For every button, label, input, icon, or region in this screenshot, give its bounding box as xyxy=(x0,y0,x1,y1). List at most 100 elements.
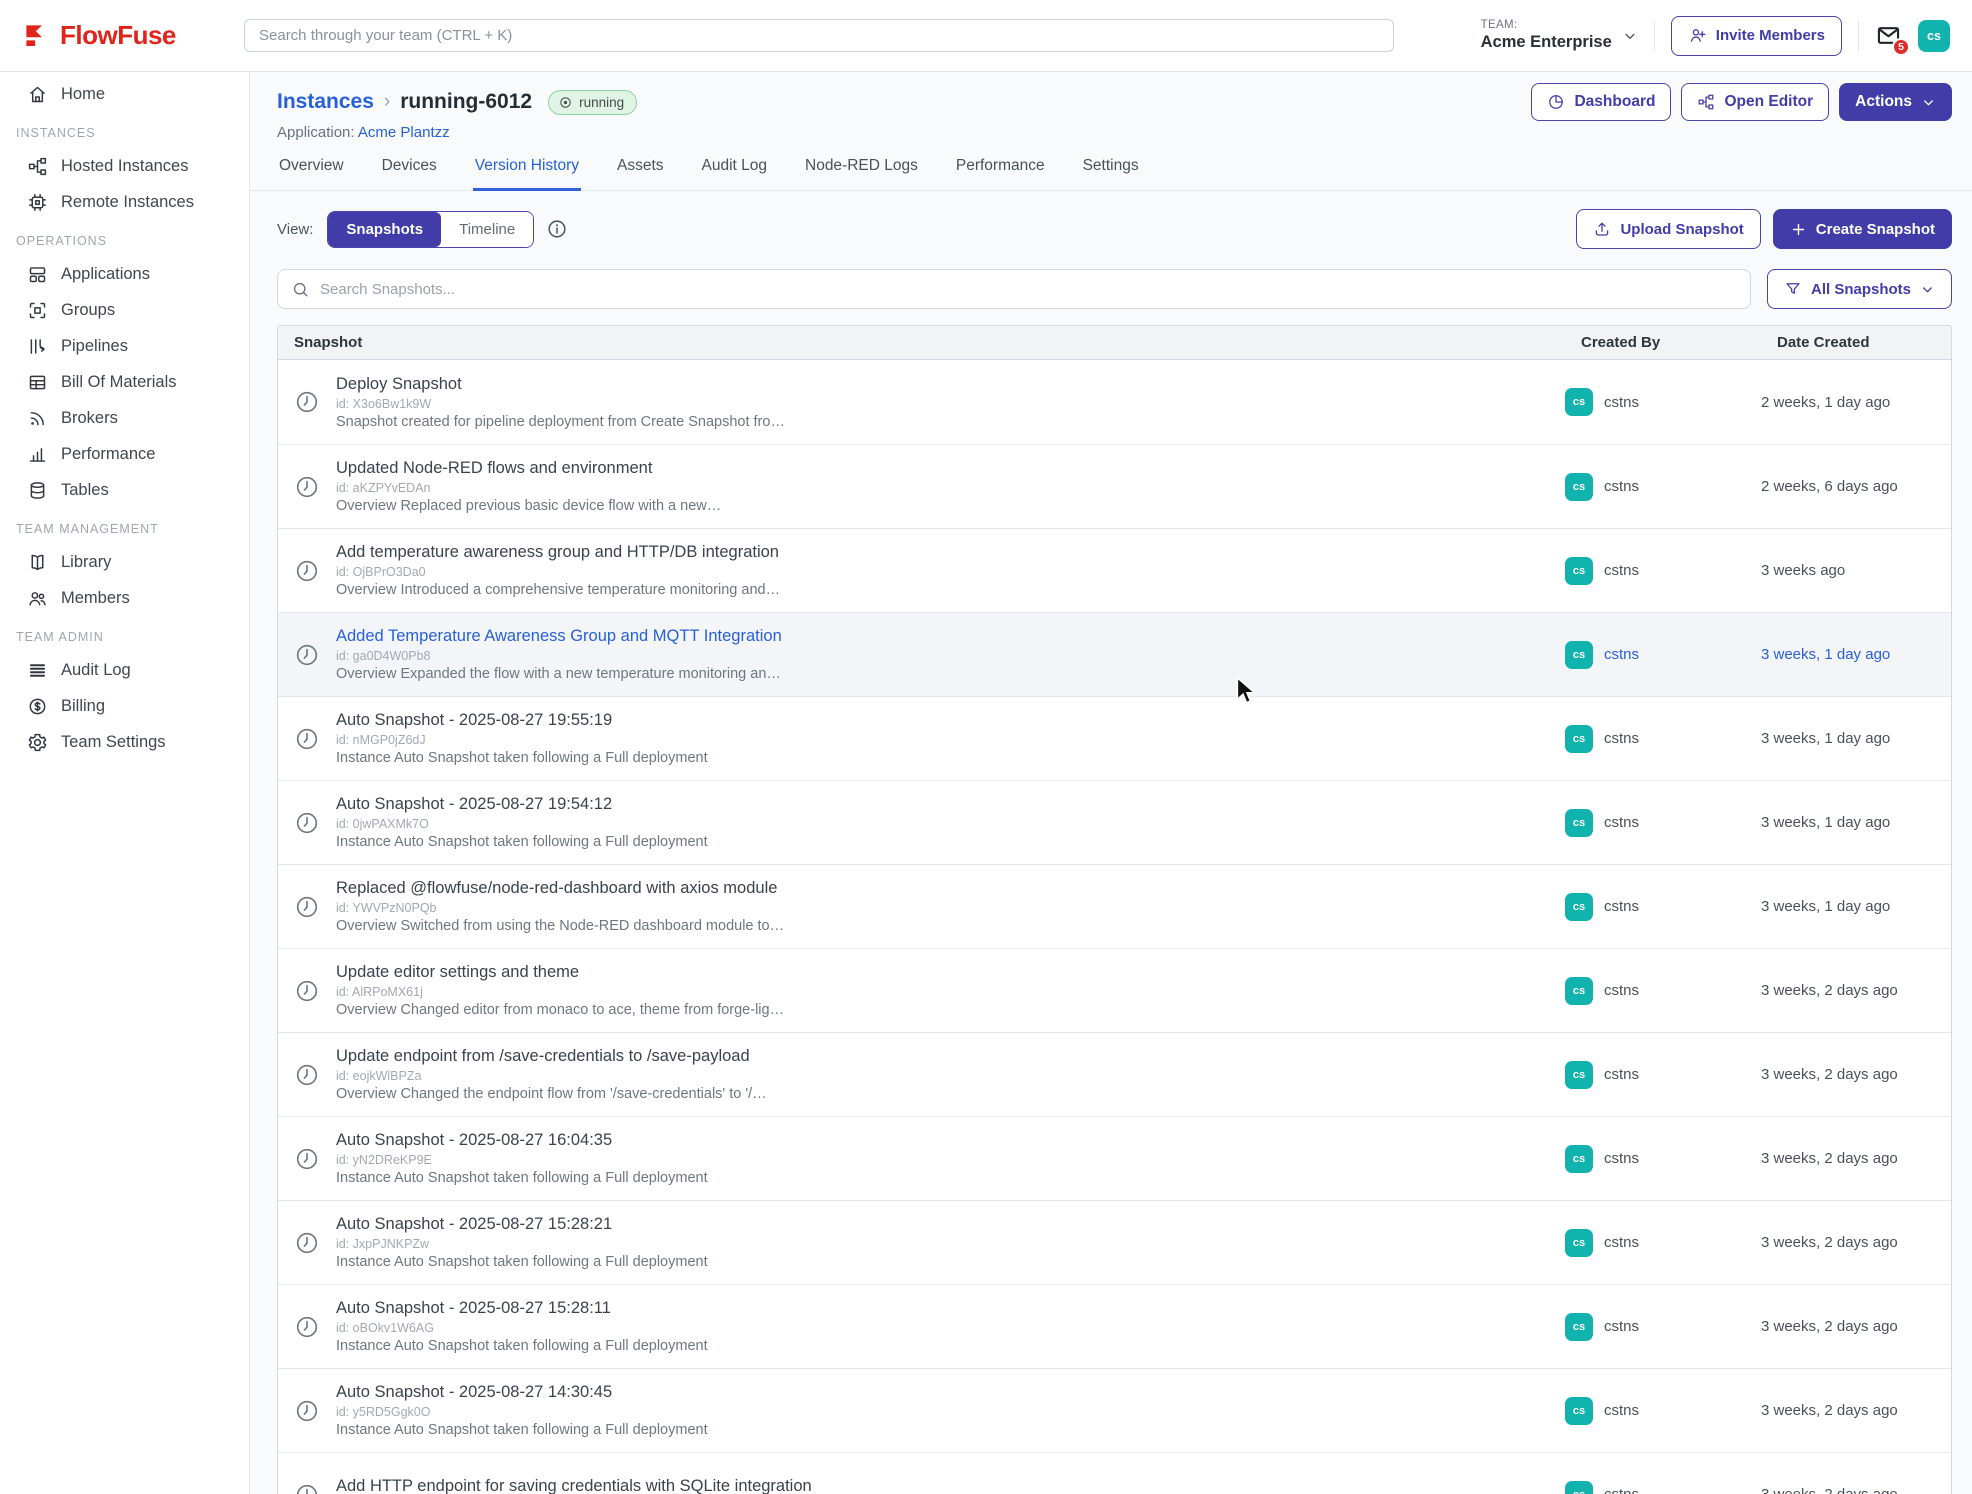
sidebar-item-team-settings[interactable]: Team Settings xyxy=(0,724,249,760)
sidebar-item-performance[interactable]: Performance xyxy=(0,436,249,472)
team-label: TEAM: xyxy=(1481,18,1612,32)
snapshot-title: Auto Snapshot - 2025-08-27 19:54:12 xyxy=(336,795,708,814)
snapshot-description: Instance Auto Snapshot taken following a… xyxy=(336,1254,708,1270)
application-link[interactable]: Acme Plantzz xyxy=(358,124,450,141)
sidebar-item-remote-instances[interactable]: Remote Instances xyxy=(0,184,249,220)
creator-name: cstns xyxy=(1604,646,1639,663)
column-date-created: Date Created xyxy=(1761,334,1951,351)
sidebar-item-members[interactable]: Members xyxy=(0,580,249,616)
plus-icon xyxy=(1790,221,1807,238)
dashboard-label: Dashboard xyxy=(1574,93,1655,111)
team-selector[interactable]: TEAM: Acme Enterprise xyxy=(1481,18,1638,53)
date-created: 3 weeks, 2 days ago xyxy=(1761,1402,1951,1419)
create-snapshot-button[interactable]: Create Snapshot xyxy=(1773,209,1952,249)
table-row[interactable]: Auto Snapshot - 2025-08-27 15:28:11 id: … xyxy=(278,1284,1951,1368)
view-toggle-snapshots[interactable]: Snapshots xyxy=(328,212,441,247)
clock-icon xyxy=(294,1146,320,1172)
tab-audit-log[interactable]: Audit Log xyxy=(700,147,770,191)
table-row[interactable]: Update editor settings and theme id: AlR… xyxy=(278,948,1951,1032)
creator-name: cstns xyxy=(1604,1486,1639,1494)
chevron-down-icon xyxy=(1920,282,1935,297)
dashboard-button[interactable]: Dashboard xyxy=(1531,83,1671,121)
tab-version-history[interactable]: Version History xyxy=(473,147,581,191)
invite-members-label: Invite Members xyxy=(1716,27,1825,44)
creator-avatar: cs xyxy=(1565,1481,1593,1494)
tab-settings[interactable]: Settings xyxy=(1081,147,1141,191)
date-created: 3 weeks, 2 days ago xyxy=(1761,1066,1951,1083)
date-created: 2 weeks, 1 day ago xyxy=(1761,394,1951,411)
tab-assets[interactable]: Assets xyxy=(615,147,666,191)
sidebar-section-team-management: TEAM MANAGEMENT xyxy=(0,508,249,544)
tab-devices[interactable]: Devices xyxy=(380,147,439,191)
user-avatar[interactable]: cs xyxy=(1918,20,1950,52)
top-bar: FlowFuse TEAM: Acme Enterprise xyxy=(0,0,1972,72)
table-row[interactable]: Update endpoint from /save-credentials t… xyxy=(278,1032,1951,1116)
snapshot-description: Instance Auto Snapshot taken following a… xyxy=(336,1422,708,1438)
table-row[interactable]: Added Temperature Awareness Group and MQ… xyxy=(278,612,1951,696)
chip-icon xyxy=(27,192,48,213)
sidebar-item-label: Bill Of Materials xyxy=(61,373,177,392)
table-row[interactable]: Auto Snapshot - 2025-08-27 15:28:21 id: … xyxy=(278,1200,1951,1284)
sidebar-item-bill-of-materials[interactable]: Bill Of Materials xyxy=(0,364,249,400)
table-row[interactable]: Auto Snapshot - 2025-08-27 19:54:12 id: … xyxy=(278,780,1951,864)
table-row[interactable]: Auto Snapshot - 2025-08-27 14:30:45 id: … xyxy=(278,1368,1951,1452)
snapshot-search-input[interactable] xyxy=(320,281,1737,298)
team-search-input[interactable] xyxy=(244,19,1394,52)
snapshot-description: Overview Replaced previous basic device … xyxy=(336,498,721,514)
snapshot-description: Overview Changed the endpoint flow from … xyxy=(336,1086,767,1102)
flowfuse-logo-icon xyxy=(22,21,52,51)
instance-tabs: Overview Devices Version History Assets … xyxy=(250,147,1972,191)
sidebar-item-pipelines[interactable]: Pipelines xyxy=(0,328,249,364)
table-row[interactable]: Auto Snapshot - 2025-08-27 19:55:19 id: … xyxy=(278,696,1951,780)
tab-node-red-logs[interactable]: Node-RED Logs xyxy=(803,147,920,191)
sidebar-item-home[interactable]: Home xyxy=(0,76,249,112)
creator-avatar: cs xyxy=(1565,1061,1593,1089)
date-created: 3 weeks, 2 days ago xyxy=(1761,1486,1951,1494)
sidebar-item-groups[interactable]: Groups xyxy=(0,292,249,328)
sidebar-item-library[interactable]: Library xyxy=(0,544,249,580)
view-toggle-timeline[interactable]: Timeline xyxy=(441,212,533,247)
creator-name: cstns xyxy=(1604,898,1639,915)
bar-chart-icon xyxy=(27,444,48,465)
creator-avatar: cs xyxy=(1565,725,1593,753)
creator-name: cstns xyxy=(1604,1318,1639,1335)
snapshot-title: Replaced @flowfuse/node-red-dashboard wi… xyxy=(336,879,784,898)
sidebar-item-brokers[interactable]: Brokers xyxy=(0,400,249,436)
snapshot-table: Snapshot Created By Date Created Deploy … xyxy=(277,325,1952,1494)
creator-avatar: cs xyxy=(1565,1229,1593,1257)
snapshot-filter-button[interactable]: All Snapshots xyxy=(1767,269,1952,309)
breadcrumb-instances-link[interactable]: Instances xyxy=(277,90,374,114)
sidebar-item-label: Groups xyxy=(61,301,115,320)
tab-performance[interactable]: Performance xyxy=(954,147,1047,191)
upload-snapshot-button[interactable]: Upload Snapshot xyxy=(1576,209,1760,249)
snapshot-table-header: Snapshot Created By Date Created xyxy=(278,326,1951,360)
table-row[interactable]: Updated Node-RED flows and environment i… xyxy=(278,444,1951,528)
sidebar-section-instances: INSTANCES xyxy=(0,112,249,148)
table-row[interactable]: Add HTTP endpoint for saving credentials… xyxy=(278,1452,1951,1494)
sidebar-item-billing[interactable]: Billing xyxy=(0,688,249,724)
actions-button[interactable]: Actions xyxy=(1839,83,1952,121)
sidebar-item-audit-log[interactable]: Audit Log xyxy=(0,652,249,688)
snapshot-description: Snapshot created for pipeline deployment… xyxy=(336,414,785,430)
table-row[interactable]: Auto Snapshot - 2025-08-27 16:04:35 id: … xyxy=(278,1116,1951,1200)
table-row[interactable]: Add temperature awareness group and HTTP… xyxy=(278,528,1951,612)
sidebar-item-applications[interactable]: Applications xyxy=(0,256,249,292)
table-row[interactable]: Replaced @flowfuse/node-red-dashboard wi… xyxy=(278,864,1951,948)
tab-overview[interactable]: Overview xyxy=(277,147,346,191)
upload-snapshot-label: Upload Snapshot xyxy=(1620,221,1743,238)
sidebar-item-label: Performance xyxy=(61,445,155,464)
snapshot-title: Auto Snapshot - 2025-08-27 16:04:35 xyxy=(336,1131,708,1150)
open-editor-button[interactable]: Open Editor xyxy=(1681,83,1829,121)
pipelines-icon xyxy=(27,336,48,357)
flowfuse-logo[interactable]: FlowFuse xyxy=(22,20,244,51)
sidebar-item-hosted-instances[interactable]: Hosted Instances xyxy=(0,148,249,184)
table-row[interactable]: Deploy Snapshot id: X3o6Bw1k9W Snapshot … xyxy=(278,360,1951,444)
snapshot-filter-label: All Snapshots xyxy=(1811,281,1911,298)
notifications-button[interactable]: 5 xyxy=(1875,22,1902,49)
sidebar-item-label: Library xyxy=(61,553,111,572)
invite-members-button[interactable]: Invite Members xyxy=(1671,16,1842,56)
info-icon[interactable] xyxy=(546,218,568,240)
sidebar-item-label: Remote Instances xyxy=(61,193,194,212)
sidebar-item-tables[interactable]: Tables xyxy=(0,472,249,508)
divider xyxy=(1858,21,1859,51)
